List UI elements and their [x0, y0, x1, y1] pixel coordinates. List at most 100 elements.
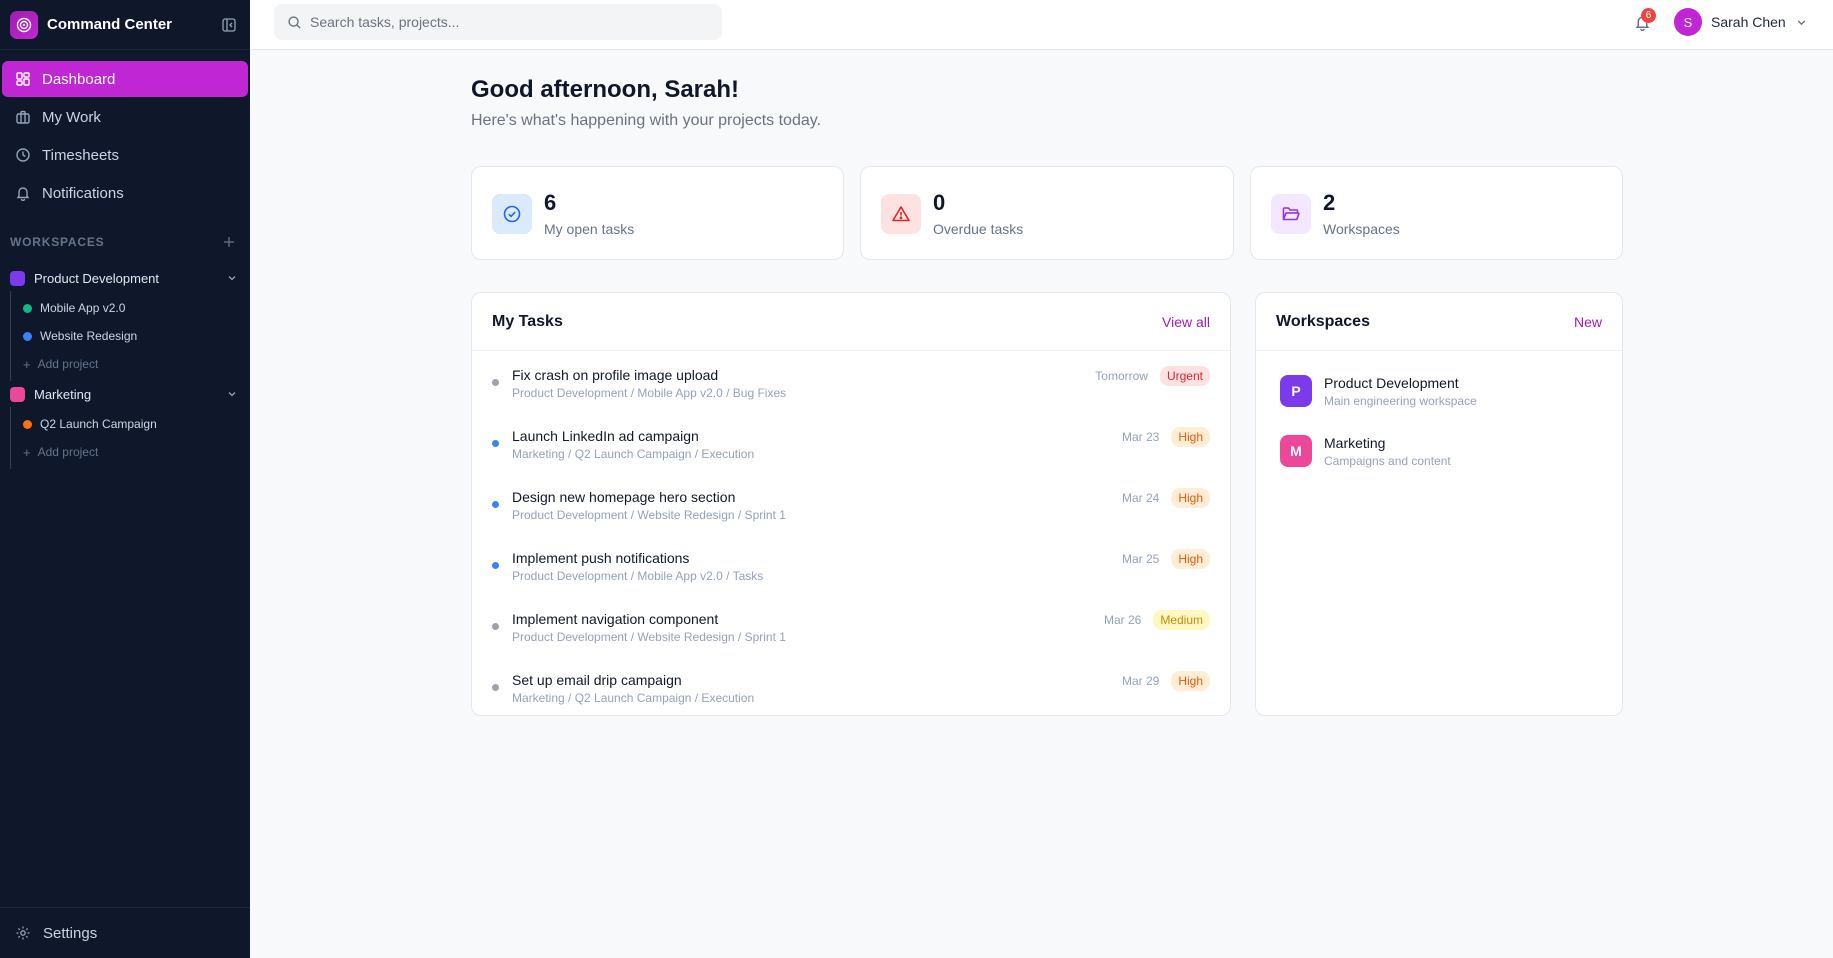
collapse-sidebar-icon[interactable]: [218, 14, 240, 36]
project-list: Mobile App v2.0 Website Redesign + Add p…: [10, 291, 250, 381]
workspace-name: Marketing: [1324, 434, 1386, 451]
settings-button[interactable]: Settings: [0, 907, 250, 958]
settings-label: Settings: [43, 924, 98, 942]
task-row[interactable]: Design new homepage hero section Product …: [472, 475, 1230, 536]
workspace-group-marketing: Marketing Q2 Launch Campaign + Add proje…: [0, 381, 250, 469]
priority-badge: High: [1171, 670, 1210, 691]
priority-badge: Medium: [1153, 609, 1210, 630]
task-title: Implement navigation component: [512, 611, 719, 627]
task-title: Set up email drip campaign: [512, 672, 682, 688]
bell-icon: [14, 184, 32, 202]
avatar: S: [1674, 8, 1702, 36]
add-project-button[interactable]: + Add project: [11, 350, 250, 378]
task-row[interactable]: Fix crash on profile image upload Product…: [472, 353, 1230, 414]
check-circle-icon: [492, 194, 532, 234]
clock-icon: [14, 146, 32, 164]
stat-value: 6: [544, 190, 557, 215]
card-title: My Tasks: [492, 312, 563, 330]
task-due-date: Tomorrow: [1095, 368, 1148, 383]
workspace-avatar: M: [1280, 435, 1312, 467]
nav-label: Notifications: [42, 184, 124, 202]
briefcase-icon: [14, 108, 32, 126]
nav-item-notifications[interactable]: Notifications: [2, 175, 248, 211]
nav-item-dashboard[interactable]: Dashboard: [2, 61, 248, 97]
add-workspace-icon[interactable]: [218, 231, 240, 253]
workspaces-card: Workspaces New P Product Development Mai…: [1255, 292, 1623, 716]
add-project-button[interactable]: + Add project: [11, 438, 250, 466]
priority-badge: High: [1171, 487, 1210, 508]
stat-label: Workspaces: [1323, 221, 1400, 237]
stat-label: Overdue tasks: [933, 221, 1024, 237]
project-item-mobile-app[interactable]: Mobile App v2.0: [11, 294, 250, 322]
project-item-q2-launch[interactable]: Q2 Launch Campaign: [11, 410, 250, 438]
stat-card-overdue-tasks[interactable]: 0 Overdue tasks: [860, 166, 1234, 260]
task-row[interactable]: Set up email drip campaign Marketing / Q2…: [472, 658, 1230, 715]
page-title: Good afternoon, Sarah!: [471, 76, 740, 103]
my-tasks-card: My Tasks View all Fix crash on profile i…: [471, 292, 1231, 716]
nav-label: My Work: [42, 108, 101, 126]
project-label: Q2 Launch Campaign: [40, 417, 157, 431]
chevron-down-icon[interactable]: [224, 270, 240, 286]
priority-badge: High: [1171, 426, 1210, 447]
workspace-description: Main engineering workspace: [1324, 393, 1477, 408]
task-path: Product Development / Mobile App v2.0 / …: [512, 386, 787, 400]
workspace-list-item[interactable]: M Marketing Campaigns and content: [1256, 421, 1622, 481]
app-logo-icon: [10, 10, 38, 39]
task-row[interactable]: Implement navigation component Product De…: [472, 597, 1230, 658]
user-menu[interactable]: S Sarah Chen: [1674, 7, 1809, 37]
app-title: Command Center: [47, 16, 173, 33]
workspace-avatar: P: [1280, 375, 1312, 407]
card-header: Workspaces New: [1256, 293, 1622, 351]
project-dot: [23, 419, 32, 429]
project-item-website-redesign[interactable]: Website Redesign: [11, 322, 250, 350]
top-bar: 6 S Sarah Chen: [250, 0, 1833, 50]
task-path: Marketing / Q2 Launch Campaign / Executi…: [512, 691, 755, 705]
workspace-item-marketing[interactable]: Marketing: [0, 381, 250, 407]
workspace-item-product-development[interactable]: Product Development: [0, 265, 250, 291]
workspace-color-swatch: [10, 386, 25, 402]
card-title: Workspaces: [1276, 312, 1370, 330]
new-workspace-link[interactable]: New: [1574, 314, 1602, 330]
nav-label: Timesheets: [42, 146, 119, 164]
main-nav: Dashboard My Work Timesheets Notificatio…: [0, 50, 250, 211]
search-input[interactable]: [310, 14, 690, 30]
notification-count-badge: 6: [1641, 8, 1656, 23]
project-label: Mobile App v2.0: [40, 301, 126, 315]
task-status-dot: [492, 440, 499, 447]
workspace-description: Campaigns and content: [1324, 453, 1451, 468]
stat-card-workspaces[interactable]: 2 Workspaces: [1250, 166, 1623, 260]
nav-label: Dashboard: [42, 70, 116, 88]
task-due-date: Mar 23: [1121, 429, 1160, 444]
nav-item-timesheets[interactable]: Timesheets: [2, 137, 248, 173]
task-due-date: Mar 26: [1103, 612, 1142, 627]
workspace-list-item[interactable]: P Product Development Main engineering w…: [1256, 361, 1622, 421]
dashboard-grid-icon: [14, 70, 32, 88]
stat-card-open-tasks[interactable]: 6 My open tasks: [471, 166, 844, 260]
view-all-link[interactable]: View all: [1162, 314, 1210, 330]
project-dot: [23, 331, 32, 341]
plus-icon: +: [23, 444, 31, 460]
task-status-dot: [492, 684, 499, 691]
search-box[interactable]: [274, 4, 722, 40]
project-list: Q2 Launch Campaign + Add project: [10, 407, 250, 469]
workspace-group-product-development: Product Development Mobile App v2.0 Webs…: [0, 265, 250, 381]
task-path: Product Development / Website Redesign /…: [512, 630, 786, 644]
gear-icon: [14, 925, 31, 942]
task-status-dot: [492, 379, 499, 386]
task-due-date: Mar 25: [1121, 551, 1160, 566]
workspace-name: Product Development: [1324, 374, 1459, 391]
task-row[interactable]: Implement push notifications Product Deve…: [472, 536, 1230, 597]
project-dot: [23, 303, 32, 313]
workspace-label: Marketing: [34, 386, 92, 402]
task-due-date: Mar 24: [1121, 490, 1160, 505]
page-subtitle: Here's what's happening with your projec…: [471, 112, 821, 129]
task-status-dot: [492, 623, 499, 630]
chevron-down-icon[interactable]: [224, 386, 240, 402]
nav-item-my-work[interactable]: My Work: [2, 99, 248, 135]
task-title: Design new homepage hero section: [512, 489, 736, 505]
task-path: Product Development / Website Redesign /…: [512, 508, 786, 522]
workspaces-heading-label: WORKSPACES: [10, 235, 105, 249]
alert-triangle-icon: [881, 194, 921, 234]
add-project-label: Add project: [37, 445, 99, 459]
task-row[interactable]: Launch LinkedIn ad campaign Marketing / Q…: [472, 414, 1230, 475]
